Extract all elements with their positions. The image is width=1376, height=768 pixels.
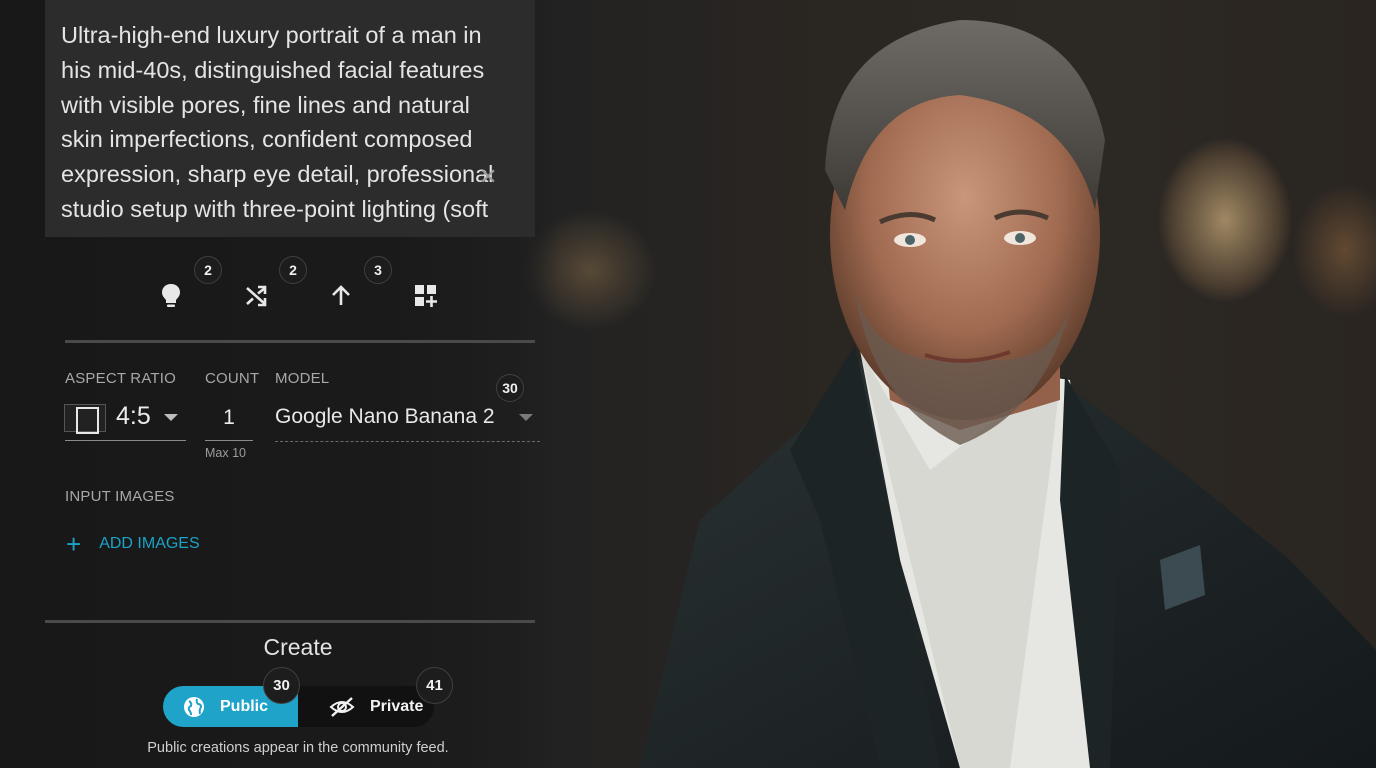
shuffle-icon[interactable]	[242, 283, 270, 309]
model-label: MODEL	[275, 370, 330, 387]
private-cost-badge: 41	[416, 667, 453, 704]
close-icon[interactable]: ✕	[479, 164, 497, 190]
prompt-suggest-badge: 2	[194, 256, 222, 284]
shuffle-badge: 2	[279, 256, 307, 284]
count-helper: Max 10	[205, 446, 246, 460]
count-input[interactable]: 1	[205, 406, 253, 430]
arrow-up-icon[interactable]	[327, 283, 355, 309]
aspect-ratio-label: ASPECT RATIO	[65, 370, 177, 387]
chevron-down-icon[interactable]	[519, 414, 533, 421]
visibility-hint: Public creations appear in the community…	[147, 740, 449, 756]
chevron-down-icon[interactable]	[164, 414, 178, 421]
create-divider	[45, 620, 535, 623]
public-cost-badge: 30	[263, 667, 300, 704]
add-images-button[interactable]: + ADD IMAGES	[66, 529, 200, 559]
prompt-textarea[interactable]: Ultra-high-end luxury portrait of a man …	[45, 0, 535, 237]
add-grid-icon[interactable]	[412, 283, 440, 309]
toolbar-divider	[65, 340, 535, 343]
add-images-label: ADD IMAGES	[99, 535, 200, 552]
aspect-ratio-underline	[65, 440, 186, 441]
plus-icon: +	[66, 529, 82, 559]
prompt-text[interactable]: Ultra-high-end luxury portrait of a man …	[61, 18, 516, 234]
public-label: Public	[220, 697, 269, 715]
aspect-ratio-icon[interactable]	[64, 404, 106, 434]
count-underline	[205, 440, 253, 441]
eye-off-icon	[329, 696, 355, 717]
create-title: Create	[263, 634, 333, 660]
input-images-label: INPUT IMAGES	[65, 488, 175, 505]
model-cost-badge: 30	[496, 374, 524, 402]
aspect-ratio-select[interactable]: 4:5	[116, 402, 151, 431]
private-toggle-button[interactable]: Private	[298, 686, 434, 727]
globe-icon	[184, 696, 204, 717]
enhance-badge: 3	[364, 256, 392, 284]
count-label: COUNT	[205, 370, 260, 387]
lightbulb-icon[interactable]	[157, 283, 185, 309]
model-select[interactable]: Google Nano Banana 2	[275, 405, 495, 429]
model-underline	[275, 441, 540, 442]
private-label: Private	[370, 697, 424, 715]
